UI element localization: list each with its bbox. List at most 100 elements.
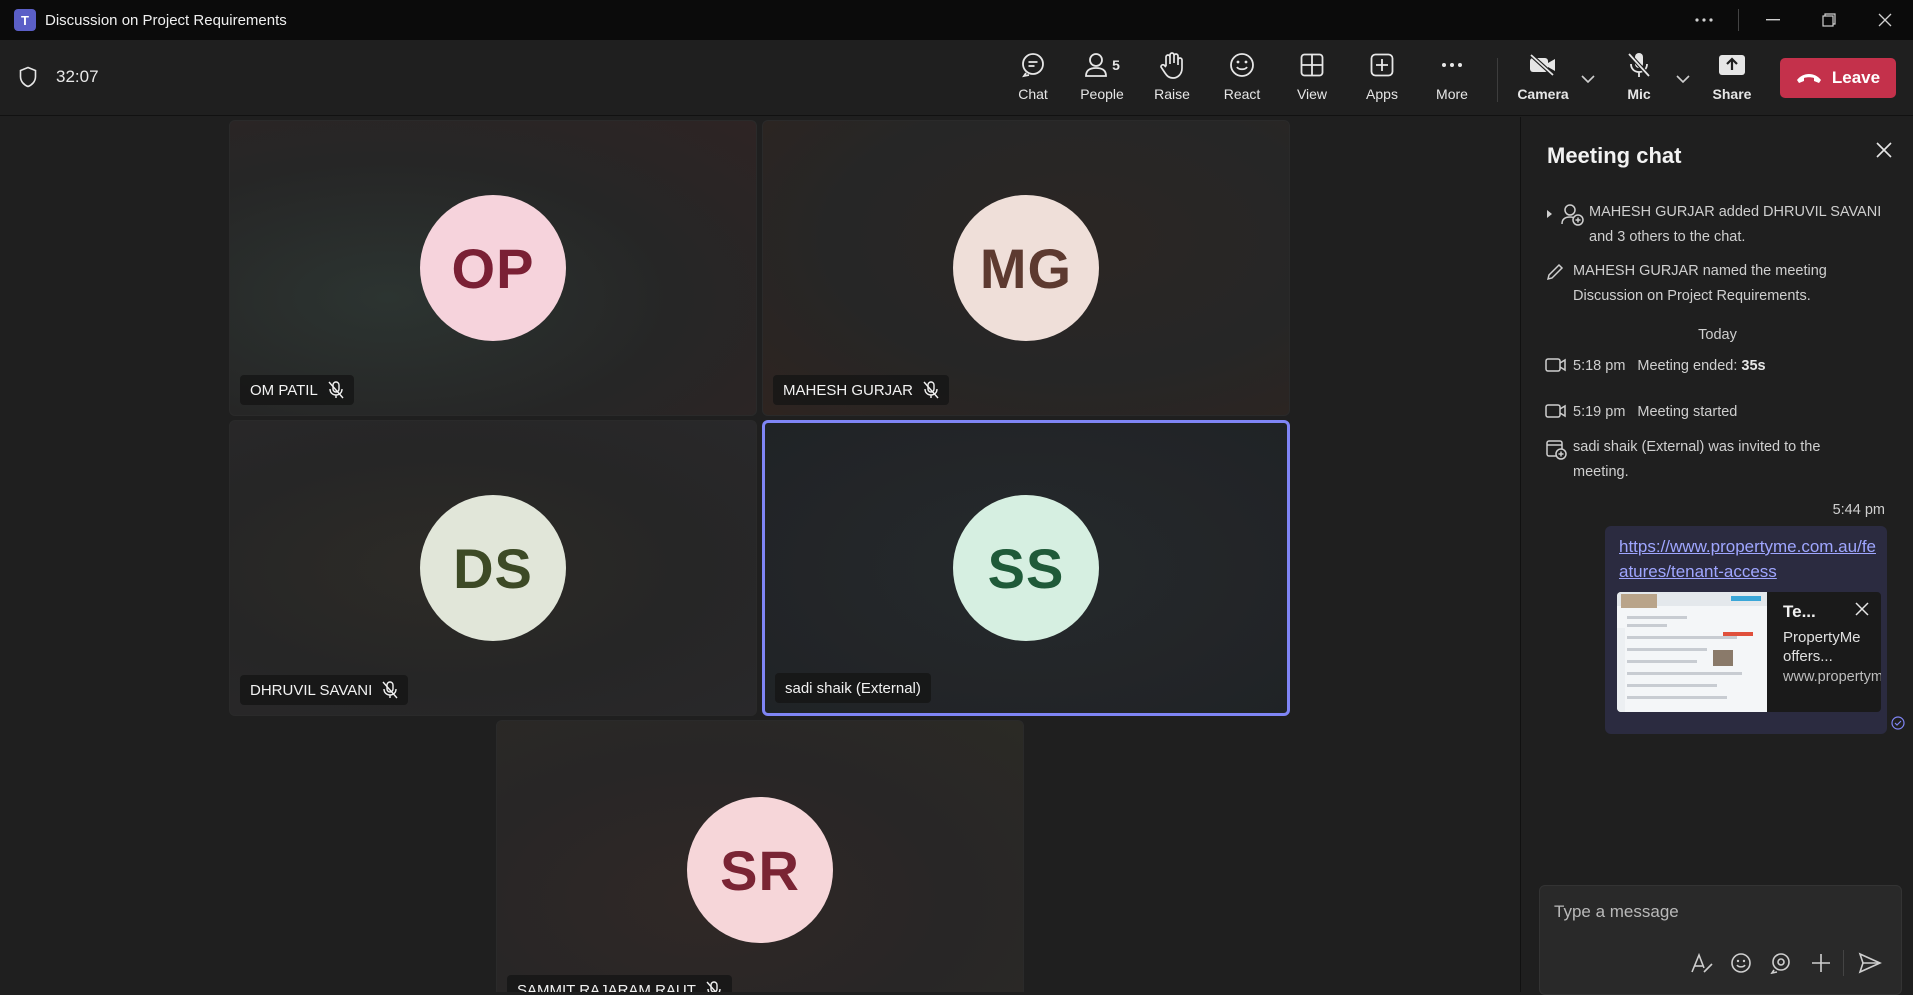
participant-name: OM PATIL [250,381,318,399]
chat-message-bubble[interactable]: https://www.propertyme.com.au/features/t… [1605,526,1887,734]
message-link[interactable]: https://www.propertyme.com.au/features/t… [1619,534,1879,584]
participant-tile[interactable]: MG MAHESH GURJAR [762,120,1290,416]
loop-component-icon[interactable] [1770,952,1792,979]
divider [1738,9,1739,31]
avatar: SR [687,797,833,943]
mic-button[interactable]: Mic [1606,50,1672,110]
toolbar-divider [1497,58,1498,102]
send-icon[interactable] [1858,952,1882,979]
compose-toolbar [1540,950,1903,979]
event-text: MAHESH GURJAR added DHRUVIL SAVANI and 3… [1589,204,1882,245]
event-text: sadi shaik (External) was invited to the… [1573,439,1821,480]
teams-logo-icon: T [14,9,36,31]
meeting-timer: 32:07 [18,66,99,88]
mic-options-chevron-icon[interactable] [1676,70,1690,88]
chat-button[interactable]: Chat [1000,50,1066,120]
raise-label: Raise [1154,86,1190,102]
leave-label: Leave [1831,68,1881,87]
timer-text: 32:07 [56,67,99,86]
video-icon [1545,404,1566,418]
chat-event: sadi shaik (External) was invited to the… [1545,435,1885,485]
participant-name-tag: MAHESH GURJAR [773,375,950,405]
apps-label: Apps [1366,86,1398,102]
compose-placeholder: Type a message [1554,902,1679,921]
more-button[interactable]: More [1419,50,1485,110]
event-text: MAHESH GURJAR named the meeting Discussi… [1573,263,1827,304]
participant-name-tag: DHRUVIL SAVANI [240,675,409,705]
emoji-icon[interactable] [1730,952,1752,979]
expand-caret-icon[interactable] [1545,208,1555,220]
more-options-icon[interactable] [1676,0,1732,40]
window-title: Discussion on Project Requirements [45,11,287,29]
message-timestamp: 5:44 pm [1832,502,1885,518]
leave-button[interactable]: Leave [1780,58,1896,98]
meeting-event: 5:19 pm Meeting started [1545,400,1885,428]
share-button[interactable]: Share [1699,50,1765,110]
people-label: People [1080,86,1124,102]
mic-off-icon [328,381,344,399]
event-time: 5:19 pm [1573,404,1626,420]
view-label: View [1296,86,1328,102]
read-receipt-icon [1891,716,1905,735]
meeting-chat-panel: Meeting chat MAHESH GURJAR added DHRUVIL… [1520,117,1913,995]
calendar-invite-icon [1546,440,1567,460]
share-screen-icon [1719,55,1745,75]
people-button[interactable]: 5 People [1069,50,1135,110]
format-text-icon[interactable] [1690,952,1714,979]
raise-hand-button[interactable]: Raise [1139,50,1205,110]
mic-label: Mic [1627,86,1651,102]
more-label: More [1436,86,1468,102]
react-button[interactable]: React [1209,50,1275,110]
link-preview-title: Te... [1783,602,1816,621]
video-icon [1545,358,1566,372]
video-stage: OP OM PATIL MG MAHESH GURJAR DS DHRUVIL … [0,117,1520,992]
avatar: MG [953,195,1099,341]
restore-button[interactable] [1801,0,1857,40]
event-time: 5:18 pm [1573,358,1626,374]
event-text: Meeting started [1637,404,1738,420]
link-preview-card[interactable]: Te... PropertyMe offers... www.propertym… [1617,592,1881,712]
participant-tile-speaking[interactable]: SS sadi shaik (External) [762,420,1290,716]
minimize-button[interactable] [1745,0,1801,40]
participant-name-tag: SAMMIT RAJARAM RAUT [507,975,732,992]
people-icon [1085,53,1107,77]
participant-name: DHRUVIL SAVANI [250,681,373,699]
dismiss-preview-icon[interactable] [1855,602,1869,621]
apps-button[interactable]: Apps [1349,50,1415,110]
view-button[interactable]: View [1279,50,1345,110]
close-chat-icon[interactable] [1875,141,1893,164]
divider [1843,950,1844,976]
meeting-duration: 35s [1741,358,1766,374]
message-compose-box[interactable]: Type a message [1539,885,1902,995]
link-preview-thumbnail [1617,592,1767,712]
participant-tile[interactable]: DS DHRUVIL SAVANI [229,420,757,716]
smiley-icon [1230,53,1254,77]
people-count: 5 [1112,57,1120,73]
camera-button[interactable]: Camera [1510,50,1576,110]
mic-off-icon [706,981,721,992]
window-controls [1676,0,1913,40]
camera-off-icon [1529,53,1555,77]
link-preview-url: www.propertyme.c... [1783,669,1881,685]
chat-event: MAHESH GURJAR named the meeting Discussi… [1545,259,1885,309]
react-label: React [1223,86,1261,102]
share-label: Share [1712,86,1752,102]
participant-tile[interactable]: SR SAMMIT RAJARAM RAUT [496,720,1024,992]
chat-icon [1022,53,1044,78]
participant-name-tag: OM PATIL [240,375,354,405]
title-bar: T Discussion on Project Requirements [0,0,1913,40]
participant-name: MAHESH GURJAR [783,381,914,399]
day-divider: Today [1698,327,1737,343]
meeting-toolbar: 32:07 Chat 5 People Raise React View App… [0,40,1913,120]
hang-up-icon [1796,74,1821,83]
close-window-button[interactable] [1857,0,1913,40]
add-person-icon [1561,204,1584,226]
event-text: Meeting ended: [1637,358,1742,374]
participant-tile[interactable]: OP OM PATIL [229,120,757,416]
camera-options-chevron-icon[interactable] [1581,70,1595,88]
chat-label: Chat [1018,86,1048,102]
add-attachment-icon[interactable] [1810,952,1832,979]
chat-panel-title: Meeting chat [1547,143,1682,168]
participant-name-tag: sadi shaik (External) [775,673,931,703]
participant-name: SAMMIT RAJARAM RAUT [517,981,696,993]
